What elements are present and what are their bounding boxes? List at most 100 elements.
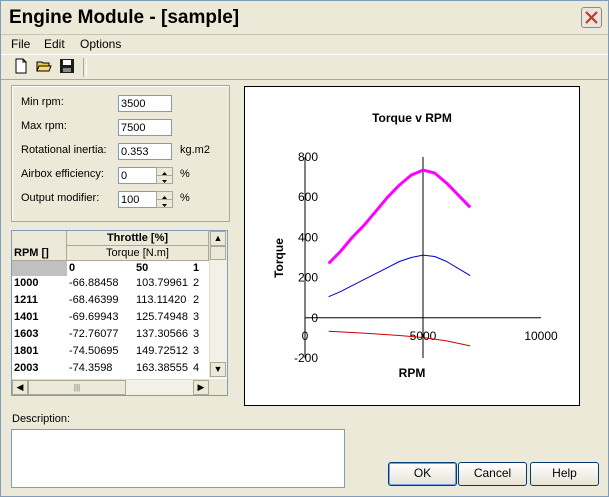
engine-module-window: Engine Module - [sample] File Edit Optio… [0,0,609,497]
y-axis-label: Torque [272,238,286,278]
table-row-header[interactable]: 1603 [12,327,67,342]
menu-options[interactable]: Options [80,37,121,51]
throttle-col-1[interactable]: 50 [134,261,191,276]
torque-chart-svg: Torque v RPM -200 0 200 400 600 800 0 5000 10000 R… [272,111,558,380]
close-button[interactable] [581,7,602,28]
table-cell[interactable]: 137.30566 [134,327,191,342]
throttle-header: Throttle [%] [67,231,209,246]
throttle-col-0[interactable]: 0 [67,261,134,276]
table-cell[interactable]: -66.88458 [67,276,134,291]
x-tick-label: 10000 [524,329,558,343]
modifier-spinner[interactable] [156,191,173,208]
table-cell[interactable]: -74.3598 [67,361,134,376]
table-cell[interactable]: 3 [191,327,209,342]
inertia-unit: kg.m2 [180,144,210,156]
airbox-spinner[interactable] [156,167,173,184]
table-cell[interactable]: 113.11420 [134,293,191,308]
table-cell[interactable]: 2 [191,293,209,308]
table-row-header[interactable]: 1401 [12,310,67,325]
ok-button[interactable]: OK [388,462,457,486]
table-cell[interactable]: -72.76077 [67,327,134,342]
table-cell[interactable]: 3 [191,344,209,359]
table-row-header[interactable]: 1211 [12,293,67,308]
airbox-unit: % [180,168,190,180]
airbox-label: Airbox efficiency: [21,168,104,180]
table-row-header[interactable]: 2003 [12,361,67,376]
open-folder-button[interactable] [36,58,54,76]
table-cell[interactable]: 125.74948 [134,310,191,325]
modifier-label: Output modifier: [21,192,100,204]
menu-bar: File Edit Options [1,35,608,53]
open-folder-icon [36,61,52,72]
spin-up-icon[interactable] [157,168,172,176]
table-cell[interactable]: 103.79961 [134,276,191,291]
spin-down-icon[interactable] [157,176,172,183]
horizontal-scrollbar[interactable]: ◀ ||| ▶ [12,379,209,395]
y-tick-label: -200 [294,351,318,365]
help-button[interactable]: Help [530,462,599,486]
x-tick-label: 0 [302,329,309,343]
table-row-header[interactable]: 1801 [12,344,67,359]
x-axis-label: RPM [399,366,426,380]
menu-edit[interactable]: Edit [44,37,65,51]
inertia-input[interactable] [118,143,172,160]
save-button[interactable] [59,58,77,76]
description-label: Description: [12,413,71,425]
modifier-unit: % [180,192,190,204]
table-cell[interactable]: 4 [191,361,209,376]
x-tick-label: 5000 [410,329,437,343]
table-cell[interactable]: 149.72512 [134,344,191,359]
scroll-down-icon[interactable]: ▼ [210,362,226,377]
new-document-icon [15,58,27,74]
y-tick-label: 0 [311,311,318,325]
scroll-corner [209,379,227,395]
horizontal-scroll-thumb[interactable]: ||| [28,380,126,395]
table-cell[interactable]: -74.50695 [67,344,134,359]
min-rpm-input[interactable] [118,95,172,112]
modifier-input[interactable] [118,191,158,208]
y-tick-label: 600 [298,190,318,204]
description-textarea[interactable] [11,429,345,488]
grid-selected-cell[interactable] [12,261,67,276]
window-title: Engine Module - [sample] [9,7,240,28]
spin-up-icon[interactable] [157,192,172,200]
vertical-scroll-thumb[interactable] [210,246,226,260]
title-bar[interactable]: Engine Module - [sample] [1,1,608,35]
table-cell[interactable]: 2 [191,276,209,291]
min-rpm-label: Min rpm: [21,96,64,108]
torque-subheader: Torque [N.m] [67,246,209,261]
toolbar [1,54,608,80]
y-tick-label: 800 [298,150,318,164]
airbox-input[interactable] [118,167,158,184]
vertical-scrollbar[interactable]: ▲ ▼ [209,231,227,378]
table-cell[interactable]: 3 [191,310,209,325]
y-tick-label: 400 [298,230,318,244]
table-cell[interactable]: -68.46399 [67,293,134,308]
engine-params-panel: Min rpm: Max rpm: Rotational inertia: kg… [11,85,230,222]
toolbar-separator [83,58,87,77]
torque-table[interactable]: RPM [] Throttle [%] Torque [N.m] 0 50 1 … [11,230,228,396]
scroll-up-icon[interactable]: ▲ [210,231,226,246]
new-document-button[interactable] [13,58,31,76]
table-cell[interactable]: -69.69943 [67,310,134,325]
close-icon [585,11,598,24]
save-disk-icon [60,59,74,73]
series-line-1 [328,254,471,298]
scroll-left-icon[interactable]: ◀ [12,380,28,395]
spin-down-icon[interactable] [157,200,172,207]
inertia-label: Rotational inertia: [21,144,107,156]
throttle-col-2[interactable]: 1 [191,261,209,276]
series-line-0 [327,168,472,265]
max-rpm-label: Max rpm: [21,120,67,132]
rpm-column-header: RPM [] [12,246,67,261]
y-tick-label: 200 [298,271,318,285]
chart-title: Torque v RPM [372,111,452,125]
torque-chart: Torque v RPM -200 0 200 400 600 800 0 5000 10000 R… [244,86,580,406]
cancel-button[interactable]: Cancel [458,462,527,486]
table-cell[interactable]: 163.38555 [134,361,191,376]
menu-file[interactable]: File [11,37,30,51]
max-rpm-input[interactable] [118,119,172,136]
scroll-right-icon[interactable]: ▶ [193,380,209,395]
table-row-header[interactable]: 1000 [12,276,67,291]
series-line-2 [328,330,471,347]
